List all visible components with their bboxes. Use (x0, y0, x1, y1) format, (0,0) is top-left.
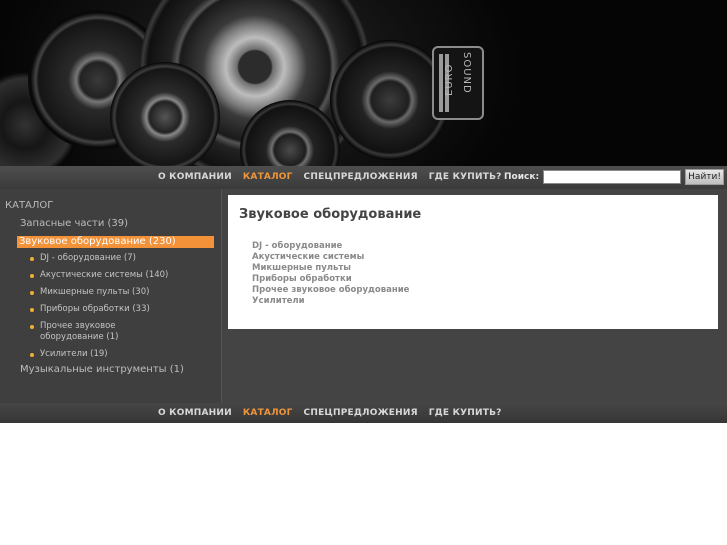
search-label: Поиск: (504, 172, 540, 182)
nav-special-offers-link[interactable]: СПЕЦПРЕДЛОЖЕНИЯ (304, 172, 418, 182)
sidebar-subitem-mixers[interactable]: Микшерные пульты (30) (30, 287, 200, 298)
page-title: Звуковое оборудование (239, 207, 422, 222)
search-form: Поиск: Найти! (504, 169, 725, 185)
top-navbar: О КОМПАНИИ КАТАЛОГ СПЕЦПРЕДЛОЖЕНИЯ ГДЕ К… (0, 166, 727, 189)
bottom-nav-links: О КОМПАНИИ КАТАЛОГ СПЕЦПРЕДЛОЖЕНИЯ ГДЕ К… (158, 408, 502, 418)
sidebar-subitem-processors[interactable]: Приборы обработки (33) (30, 304, 200, 315)
content-link-amplifiers[interactable]: Усилители (252, 296, 409, 307)
sidebar-item-instruments[interactable]: Музыкальные инструменты (1) (20, 364, 184, 375)
search-button[interactable]: Найти! (685, 169, 725, 185)
content-link-acoustic[interactable]: Акустические системы (252, 252, 409, 263)
content-link-dj[interactable]: DJ - оборудование (252, 241, 409, 252)
speaker-image (110, 62, 220, 166)
sidebar-subitem-dj[interactable]: DJ - оборудование (7) (30, 253, 200, 264)
sidebar-subitem-acoustic[interactable]: Акустические системы (140) (30, 270, 200, 281)
footer-nav-special-offers-link[interactable]: СПЕЦПРЕДЛОЖЕНИЯ (304, 408, 418, 418)
eurosound-logo[interactable]: EURO SOUND (432, 46, 484, 120)
sidebar-subitem-amplifiers[interactable]: Усилители (19) (30, 349, 200, 360)
footer-nav-where-to-buy-link[interactable]: ГДЕ КУПИТЬ? (429, 408, 502, 418)
logo-word-euro: EURO (444, 63, 455, 96)
content-link-processors[interactable]: Приборы обработки (252, 274, 409, 285)
nav-where-to-buy-link[interactable]: ГДЕ КУПИТЬ? (429, 172, 502, 182)
bottom-navbar: О КОМПАНИИ КАТАЛОГ СПЕЦПРЕДЛОЖЕНИЯ ГДЕ К… (0, 403, 727, 423)
header-banner: EURO SOUND (0, 0, 727, 166)
sidebar-subcategory-list: DJ - оборудование (7) Акустические систе… (30, 253, 200, 360)
subcategory-links: DJ - оборудование Акустические системы М… (252, 241, 409, 307)
footer-nav-about-link[interactable]: О КОМПАНИИ (158, 408, 232, 418)
nav-catalog-link[interactable]: КАТАЛОГ (243, 172, 293, 182)
catalog-sidebar: КАТАЛОГ Запасные части (39) Звуковое обо… (0, 189, 222, 403)
nav-about-link[interactable]: О КОМПАНИИ (158, 172, 232, 182)
sidebar-item-spare-parts[interactable]: Запасные части (39) (20, 218, 128, 229)
content-link-mixers[interactable]: Микшерные пульты (252, 263, 409, 274)
sidebar-subitem-other[interactable]: Прочее звуковое оборудование (1) (30, 321, 140, 343)
search-input[interactable] (543, 170, 682, 184)
sidebar-title: КАТАЛОГ (5, 200, 54, 211)
content-panel: Звуковое оборудование DJ - оборудование … (228, 195, 718, 329)
top-nav-links: О КОМПАНИИ КАТАЛОГ СПЕЦПРЕДЛОЖЕНИЯ ГДЕ К… (158, 172, 502, 182)
content-link-other[interactable]: Прочее звуковое оборудование (252, 285, 409, 296)
footer-nav-catalog-link[interactable]: КАТАЛОГ (243, 408, 293, 418)
logo-word-sound: SOUND (461, 52, 472, 94)
sidebar-item-sound-equipment[interactable]: Звуковое оборудование (230) (17, 236, 214, 248)
